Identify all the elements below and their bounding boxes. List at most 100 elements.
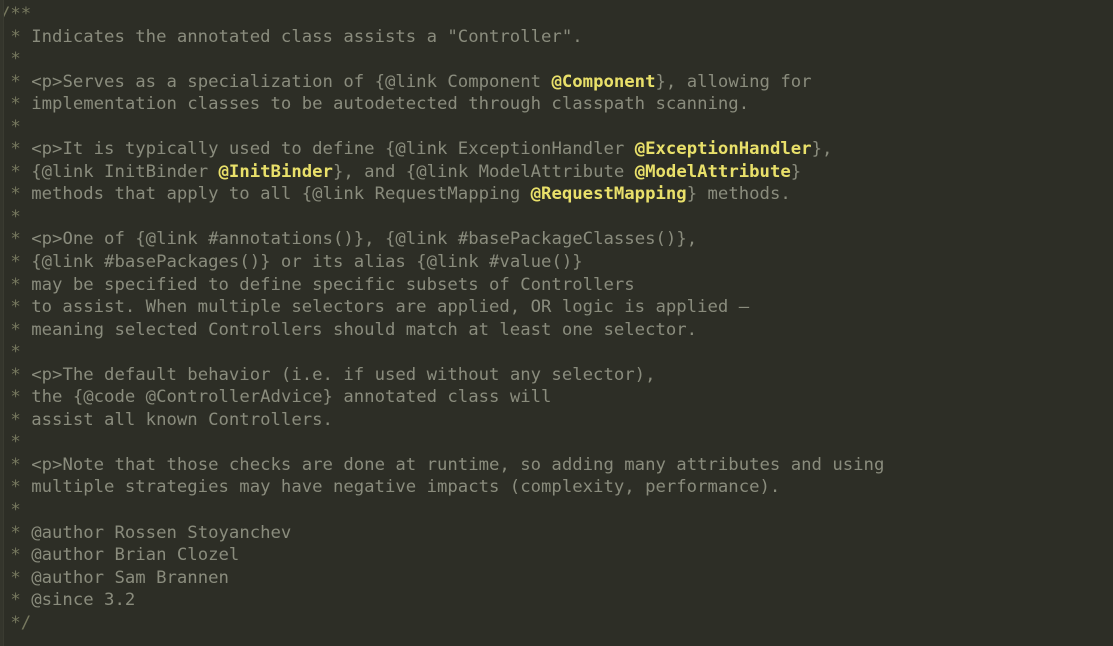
code-token-star: * (0, 184, 32, 205)
code-token-star: * (0, 274, 32, 295)
code-token-tag: @link (395, 229, 448, 250)
code-token-tag: @link (145, 229, 198, 250)
code-token-star: * (0, 161, 32, 182)
code-line[interactable]: * Indicates the annotated class assists … (0, 26, 1113, 49)
code-line[interactable]: * implementation classes to be autodetec… (0, 93, 1113, 116)
code-token-tag: @link (395, 139, 448, 160)
code-token-anno: @ExceptionHandler (634, 139, 812, 160)
code-token-tag: p (41, 71, 53, 92)
code-line[interactable]: * (0, 431, 1113, 454)
code-token-cmt: to assist. When multiple selectors are a… (31, 297, 750, 318)
code-line[interactable]: * the {@code @ControllerAdvice} annotate… (0, 386, 1113, 409)
code-token-star: * (0, 364, 32, 385)
code-token-star: * (0, 319, 32, 340)
code-token-anno: @RequestMapping (530, 184, 687, 205)
code-line[interactable]: * (0, 341, 1113, 364)
code-token-slash: /** (0, 4, 32, 24)
code-token-brk: > (52, 229, 63, 250)
code-line[interactable]: * (0, 116, 1113, 139)
code-line[interactable]: * (0, 499, 1113, 522)
code-token-cmt: Indicates the annotated class assists a … (31, 26, 583, 47)
code-token-tag: @link (41, 252, 94, 273)
code-token-cmt: Note that those checks are done at runti… (62, 454, 885, 475)
code-line[interactable]: * @author Rossen Stoyanchev (0, 522, 1113, 545)
code-editor-screen: /** * Indicates the annotated class assi… (0, 0, 1113, 646)
code-token-star: * (0, 71, 32, 92)
code-line[interactable]: * (0, 48, 1113, 71)
code-token-cmt: ModelAttribute (468, 161, 635, 182)
code-token-star: * (0, 567, 32, 588)
code-token-tag: @link (384, 71, 437, 92)
code-token-star: * (0, 297, 32, 318)
code-token-star: * (0, 545, 32, 566)
code-line[interactable]: * meaning selected Controllers should ma… (0, 319, 1113, 342)
code-token-cmt: } methods. (686, 184, 791, 205)
code-line[interactable]: * to assist. When multiple selectors are… (0, 296, 1113, 319)
code-token-cmt: One of { (62, 229, 146, 250)
code-line[interactable]: * may be specified to define specific su… (0, 274, 1113, 297)
code-token-cmt: The default behavior (i.e. if used witho… (62, 364, 656, 385)
code-token-tag: @link (312, 184, 365, 205)
code-token-cmt: InitBinder (93, 161, 219, 182)
code-token-brk: > (52, 454, 63, 475)
code-line[interactable]: * methods that apply to all {@link Reque… (0, 183, 1113, 206)
code-token-cmt: may be specified to define specific subs… (31, 274, 635, 295)
code-token-tag: @link (41, 161, 94, 182)
code-line[interactable]: * @author Brian Clozel (0, 544, 1113, 567)
code-line[interactable]: /** (0, 3, 1113, 26)
code-line[interactable]: * @since 3.2 (0, 589, 1113, 612)
code-token-tag: @author (31, 567, 105, 588)
code-token-star: * (0, 252, 32, 273)
code-token-star: * (0, 387, 32, 408)
code-token-cmt: } (790, 161, 802, 182)
code-token-cmt: 3.2 (93, 590, 136, 611)
code-token-cmt: assist all known Controllers. (31, 409, 333, 430)
code-token-anno: @Component (551, 71, 656, 92)
code-token-tag: @author (31, 522, 105, 543)
code-token-brk: > (52, 139, 63, 160)
code-token-brk: > (52, 71, 63, 92)
code-token-cmt: Component (437, 71, 552, 92)
code-token-cmt: meaning selected Controllers should matc… (31, 319, 698, 340)
code-line[interactable]: * <p>It is typically used to define {@li… (0, 138, 1113, 161)
code-token-anno: @ModelAttribute (634, 161, 791, 182)
code-token-anno: @InitBinder (218, 161, 333, 182)
code-line[interactable]: * <p>The default behavior (i.e. if used … (0, 364, 1113, 387)
code-line[interactable]: * multiple strategies may have negative … (0, 476, 1113, 499)
code-token-cmt: It is typically used to define { (62, 139, 396, 160)
code-line[interactable]: * <p>Serves as a specialization of {@lin… (0, 71, 1113, 94)
code-token-brk: < (31, 364, 42, 385)
code-line[interactable]: * {@link #basePackages()} or its alias {… (0, 251, 1113, 274)
code-token-star: * (0, 409, 32, 430)
code-line[interactable]: * {@link InitBinder @InitBinder}, and {@… (0, 161, 1113, 184)
code-token-tag: @link (416, 161, 469, 182)
code-token-tag: p (41, 454, 53, 475)
code-token-brk: < (31, 139, 42, 160)
code-line[interactable]: * (0, 206, 1113, 229)
code-token-brk: < (31, 71, 42, 92)
code-token-cmt: @ControllerAdvice} annotated class will (135, 387, 552, 408)
code-token-cmt: methods that apply to all { (31, 184, 313, 205)
code-token-cmt: the { (31, 387, 84, 408)
code-token-star: * (0, 94, 32, 115)
code-token-cmt: }, and { (332, 161, 417, 182)
code-token-star: * (0, 477, 32, 498)
code-token-brk: < (31, 454, 42, 475)
code-token-cmt: Rossen Stoyanchev (104, 522, 292, 543)
code-token-star: * (0, 229, 32, 250)
code-token-cmt: #annotations()}, { (197, 229, 396, 250)
code-line[interactable]: * @author Sam Brannen (0, 567, 1113, 590)
code-line[interactable]: * <p>Note that those checks are done at … (0, 454, 1113, 477)
code-line[interactable]: * assist all known Controllers. (0, 409, 1113, 432)
code-token-slash: */ (0, 612, 32, 633)
code-token-tag: @code (83, 387, 136, 408)
javadoc-comment-block[interactable]: /** * Indicates the annotated class assi… (0, 0, 1113, 634)
code-token-star: * (0, 139, 32, 160)
code-token-tag: @author (31, 545, 105, 566)
code-token-cmt: ExceptionHandler (447, 139, 635, 160)
code-token-cmt: implementation classes to be autodetecte… (31, 94, 750, 115)
code-token-brk: > (52, 364, 63, 385)
code-line[interactable]: * <p>One of {@link #annotations()}, {@li… (0, 228, 1113, 251)
code-line[interactable]: */ (0, 612, 1113, 635)
code-token-star: * (0, 454, 32, 475)
